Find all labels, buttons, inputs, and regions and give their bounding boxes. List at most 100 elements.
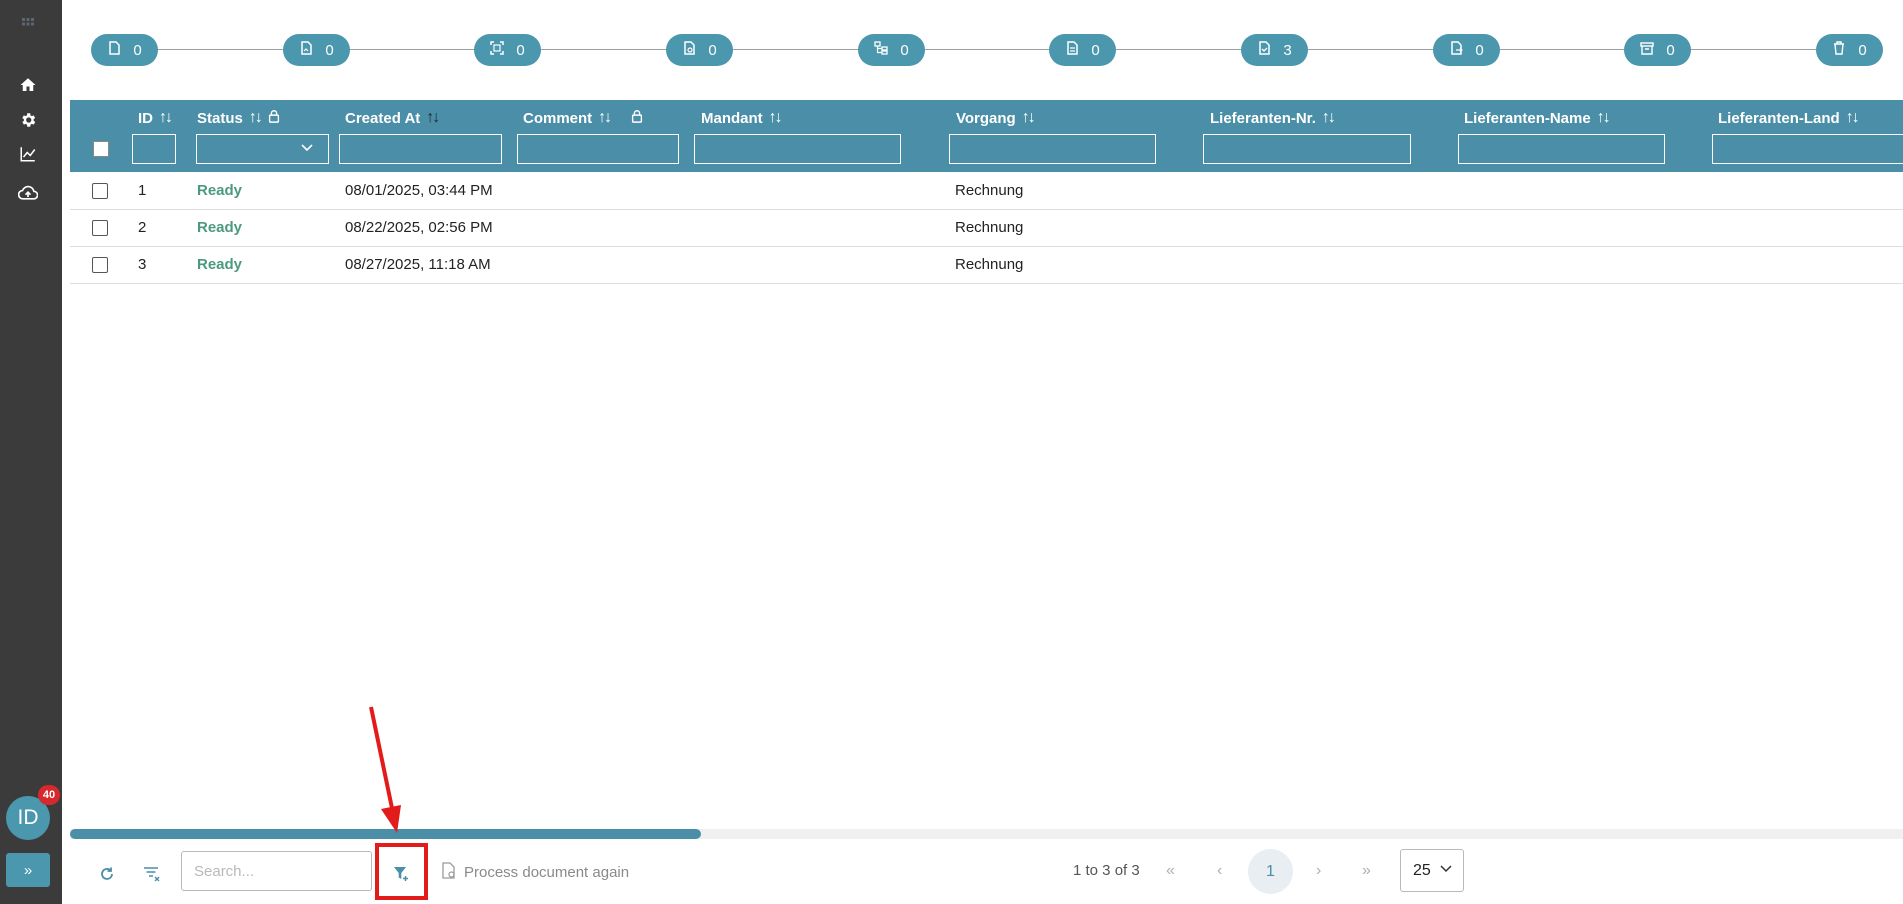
cell-vorgang: Rechnung bbox=[955, 219, 1024, 236]
lock-icon[interactable] bbox=[630, 109, 644, 127]
pagination-info: 1 to 3 of 3 bbox=[1073, 862, 1140, 879]
workflow-step[interactable]: 0 bbox=[1433, 34, 1500, 66]
column-label: Lieferanten-Name bbox=[1464, 109, 1591, 127]
workflow-step[interactable]: 0 bbox=[1624, 34, 1691, 66]
table-row[interactable]: 2 Ready 08/22/2025, 02:56 PM Rechnung bbox=[70, 209, 1903, 247]
search-input[interactable] bbox=[181, 851, 372, 891]
row-checkbox[interactable] bbox=[92, 183, 108, 199]
expand-sidebar-button[interactable]: » bbox=[6, 853, 50, 887]
column-header-comment[interactable]: Comment ↑↓ bbox=[523, 109, 644, 127]
cell-created-at: 08/01/2025, 03:44 PM bbox=[345, 182, 493, 199]
column-label: Created At bbox=[345, 109, 421, 127]
workflow-step-count: 0 bbox=[325, 41, 334, 59]
workflow-line bbox=[125, 49, 1825, 50]
column-header-id[interactable]: ID ↑↓ bbox=[138, 109, 173, 127]
sort-icon[interactable]: ↑↓ bbox=[1322, 109, 1336, 127]
gear-icon[interactable] bbox=[18, 110, 38, 130]
workflow-step[interactable]: 0 bbox=[666, 34, 733, 66]
column-label: Vorgang bbox=[956, 109, 1016, 127]
document-refresh-icon bbox=[442, 862, 456, 883]
next-page-icon[interactable]: › bbox=[1316, 862, 1321, 880]
select-all-checkbox[interactable] bbox=[93, 141, 109, 157]
process-document-again-button[interactable]: Process document again bbox=[442, 862, 629, 883]
table-row[interactable]: 3 Ready 08/27/2025, 11:18 AM Rechnung bbox=[70, 246, 1903, 284]
filter-dropdown-status[interactable] bbox=[196, 134, 329, 164]
archive-icon bbox=[1640, 41, 1655, 59]
sort-icon[interactable]: ↑↓ bbox=[769, 109, 783, 127]
lock-icon[interactable] bbox=[267, 109, 281, 127]
trash-icon bbox=[1832, 41, 1846, 59]
filter-input-comment[interactable] bbox=[517, 134, 679, 164]
document-text-icon bbox=[1065, 41, 1079, 59]
workflow-step-count: 3 bbox=[1283, 41, 1292, 59]
home-icon[interactable] bbox=[18, 75, 38, 95]
process-document-again-label: Process document again bbox=[464, 864, 630, 881]
workflow-step[interactable]: 0 bbox=[1049, 34, 1116, 66]
workflow-step-count: 0 bbox=[900, 41, 909, 59]
workflow-step[interactable]: 0 bbox=[1816, 34, 1883, 66]
cell-id: 3 bbox=[138, 256, 147, 273]
workflow-step-count: 0 bbox=[133, 41, 142, 59]
previous-page-icon[interactable]: ‹ bbox=[1217, 862, 1222, 880]
clear-filter-icon[interactable] bbox=[142, 864, 162, 884]
workflow-step[interactable]: 0 bbox=[283, 34, 350, 66]
filter-input-created-at[interactable] bbox=[339, 134, 502, 164]
cell-id: 2 bbox=[138, 219, 147, 236]
workflow-step-count: 0 bbox=[516, 41, 525, 59]
column-header-mandant[interactable]: Mandant ↑↓ bbox=[701, 109, 783, 127]
sort-icon[interactable]: ↑↓ bbox=[598, 109, 612, 127]
sort-icon[interactable]: ↑↓ bbox=[159, 109, 173, 127]
image-document-icon bbox=[299, 41, 313, 59]
workflow-step-count: 0 bbox=[1858, 41, 1867, 59]
column-header-status[interactable]: Status ↑↓ bbox=[197, 109, 281, 127]
first-page-icon[interactable]: « bbox=[1166, 862, 1175, 880]
sort-icon[interactable]: ↑↓ bbox=[249, 109, 263, 127]
filter-input-lieferanten-land[interactable] bbox=[1712, 134, 1903, 164]
cell-status: Ready bbox=[197, 182, 243, 199]
workflow-step-count: 0 bbox=[1091, 41, 1100, 59]
page-size-select[interactable]: 25 bbox=[1400, 849, 1464, 892]
document-export-icon bbox=[1449, 41, 1464, 59]
column-label: ID bbox=[138, 109, 153, 127]
document-search-icon bbox=[682, 41, 696, 59]
sort-icon[interactable]: ↑↓ bbox=[1846, 109, 1860, 127]
chevron-down-icon bbox=[1439, 861, 1453, 880]
column-header-lieferanten-name[interactable]: Lieferanten-Name ↑↓ bbox=[1464, 109, 1611, 127]
workflow-step[interactable]: 3 bbox=[1241, 34, 1308, 66]
column-header-created-at[interactable]: Created At ↑↓ bbox=[345, 109, 440, 127]
annotation-highlight-box bbox=[375, 843, 428, 900]
cell-status: Ready bbox=[197, 219, 243, 236]
page-1-button[interactable]: 1 bbox=[1248, 849, 1293, 894]
chevron-down-icon bbox=[300, 140, 314, 157]
cell-vorgang: Rechnung bbox=[955, 256, 1024, 273]
cell-vorgang: Rechnung bbox=[955, 182, 1024, 199]
column-label: Comment bbox=[523, 109, 593, 127]
sort-icon[interactable]: ↑↓ bbox=[426, 109, 440, 127]
filter-input-mandant[interactable] bbox=[694, 134, 901, 164]
chart-icon[interactable] bbox=[18, 144, 38, 164]
column-label: Lieferanten-Nr. bbox=[1210, 109, 1316, 127]
workflow-step-count: 0 bbox=[1666, 41, 1675, 59]
column-header-vorgang[interactable]: Vorgang ↑↓ bbox=[956, 109, 1036, 127]
last-page-icon[interactable]: » bbox=[1362, 862, 1371, 880]
sort-icon[interactable]: ↑↓ bbox=[1597, 109, 1611, 127]
workflow-step[interactable]: 0 bbox=[91, 34, 158, 66]
sort-icon[interactable]: ↑↓ bbox=[1022, 109, 1036, 127]
filter-input-id[interactable] bbox=[132, 134, 176, 164]
row-checkbox[interactable] bbox=[92, 220, 108, 236]
filter-input-vorgang[interactable] bbox=[949, 134, 1156, 164]
row-checkbox[interactable] bbox=[92, 257, 108, 273]
column-header-lieferanten-land[interactable]: Lieferanten-Land ↑↓ bbox=[1718, 109, 1860, 127]
refresh-icon[interactable] bbox=[97, 864, 117, 884]
document-icon bbox=[107, 41, 121, 59]
workflow-step[interactable]: 0 bbox=[858, 34, 925, 66]
grid-icon[interactable] bbox=[18, 14, 38, 34]
cloud-upload-icon[interactable] bbox=[18, 183, 38, 203]
table-row[interactable]: 1 Ready 08/01/2025, 03:44 PM Rechnung bbox=[70, 172, 1903, 210]
workflow-step[interactable]: 0 bbox=[474, 34, 541, 66]
workflow-step-count: 0 bbox=[1475, 41, 1484, 59]
filter-input-lieferanten-name[interactable] bbox=[1458, 134, 1665, 164]
column-header-lieferanten-nr[interactable]: Lieferanten-Nr. ↑↓ bbox=[1210, 109, 1336, 127]
filter-input-lieferanten-nr[interactable] bbox=[1203, 134, 1411, 164]
sidebar: ID 40 » bbox=[0, 0, 62, 904]
